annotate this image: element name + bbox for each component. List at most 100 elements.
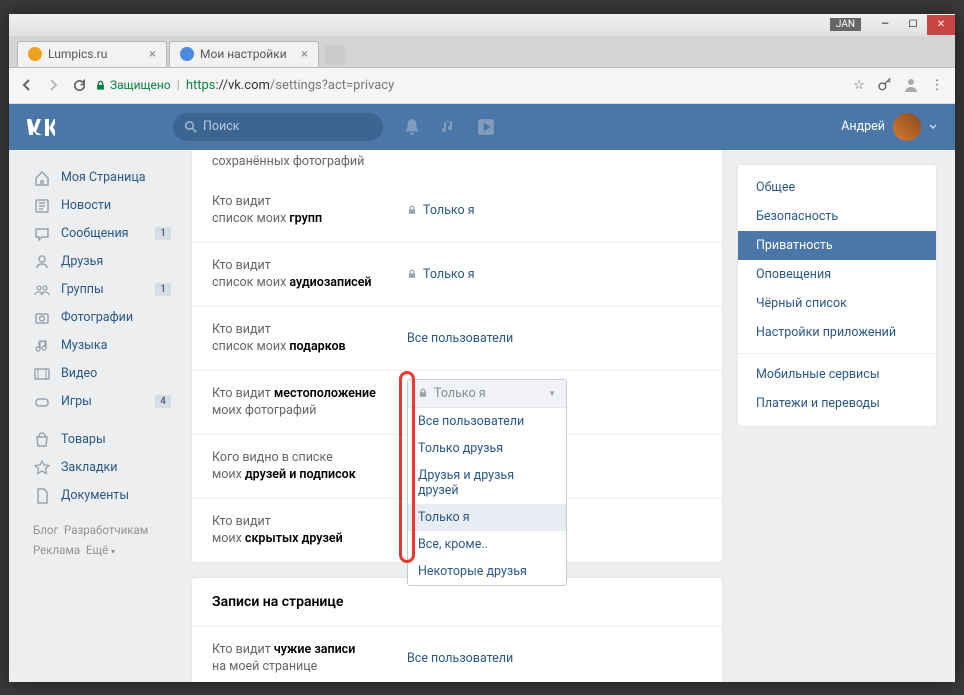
nav-bookmarks[interactable]: Закладки	[27, 454, 177, 482]
settings-blacklist[interactable]: Чёрный список	[738, 289, 936, 318]
window-maximize-button[interactable]: ☐	[899, 15, 927, 35]
browser-tab[interactable]: Мои настройки ×	[169, 41, 319, 67]
lock-icon	[407, 269, 417, 279]
search-icon	[185, 121, 197, 133]
key-icon[interactable]	[875, 75, 895, 95]
music-icon	[33, 337, 51, 355]
nav-my-page[interactable]: Моя Страница	[27, 164, 177, 192]
tab-title: Мои настройки	[200, 47, 287, 61]
address-bar[interactable]: Защищено | https://vk.com/settings?act=p…	[95, 78, 843, 93]
home-icon	[33, 169, 51, 187]
privacy-row-groups: Кто видитсписок моих групп Только я	[192, 179, 722, 243]
privacy-value[interactable]: Все пользователи	[407, 641, 513, 676]
avatar	[893, 113, 921, 141]
privacy-value[interactable]: Только я	[407, 257, 475, 292]
dropdown-option[interactable]: Друзья и друзья друзей	[408, 462, 566, 504]
nav-messages[interactable]: Сообщения1	[27, 220, 177, 248]
footer-blog-link[interactable]: Блог	[33, 523, 58, 537]
settings-privacy[interactable]: Приватность	[738, 231, 936, 260]
video-icon	[33, 365, 51, 383]
main-content: сохранённых фотографий Кто видитсписок м…	[177, 150, 737, 682]
lock-icon	[418, 388, 428, 398]
star-icon[interactable]: ☆	[849, 75, 869, 95]
privacy-row-others-posts: Кто видит чужие записина моей странице В…	[192, 627, 722, 682]
new-tab-button[interactable]	[325, 45, 345, 65]
market-icon	[33, 431, 51, 449]
nav-friends[interactable]: Друзья	[27, 248, 177, 276]
user-menu[interactable]: Андрей	[841, 113, 937, 141]
document-icon	[33, 487, 51, 505]
window-close-button[interactable]: ✕	[927, 15, 955, 35]
vk-logo-icon[interactable]	[27, 118, 73, 136]
play-icon[interactable]	[477, 118, 495, 136]
favicon-icon	[180, 47, 194, 61]
settings-payments[interactable]: Платежи и переводы	[738, 389, 936, 418]
news-icon	[33, 197, 51, 215]
browser-window: JAN — ☐ ✕ Lumpics.ru × Мои настройки ×	[9, 14, 955, 682]
footer-more-link[interactable]: Ещё	[86, 543, 108, 557]
groups-icon	[33, 281, 51, 299]
bell-icon[interactable]	[403, 118, 421, 136]
tab-close-icon[interactable]: ×	[301, 47, 308, 62]
dropdown-option[interactable]: Все, кроме..	[408, 531, 566, 558]
music-icon[interactable]	[441, 118, 457, 136]
settings-apps[interactable]: Настройки приложений	[738, 318, 936, 347]
privacy-dropdown[interactable]: Только я ▼ Все пользователи Только друзь…	[407, 379, 567, 586]
privacy-value[interactable]: Все пользователи	[407, 321, 513, 356]
nav-video[interactable]: Видео	[27, 360, 177, 388]
vk-body: Моя Страница Новости Сообщения1 Друзья Г…	[9, 150, 955, 682]
nav-photos[interactable]: Фотографии	[27, 304, 177, 332]
dropdown-option[interactable]: Некоторые друзья	[408, 558, 566, 585]
search-input[interactable]: Поиск	[173, 113, 383, 141]
username: Андрей	[841, 119, 885, 134]
settings-sidebar: Общее Безопасность Приватность Оповещени…	[737, 150, 937, 682]
menu-icon[interactable]: ⋮	[927, 75, 947, 95]
privacy-row-audio: Кто видитсписок моих аудиозаписей Только…	[192, 243, 722, 307]
footer-dev-link[interactable]: Разработчикам	[64, 523, 148, 537]
settings-general[interactable]: Общее	[738, 173, 936, 202]
privacy-row-location: Кто видит местоположениемоих фотографий …	[192, 371, 722, 435]
tab-title: Lumpics.ru	[48, 47, 107, 61]
window-titlebar: JAN — ☐ ✕	[9, 14, 955, 36]
footer-links: Блог Разработчикам Реклама Ещё ▾	[27, 520, 177, 561]
nav-music[interactable]: Музыка	[27, 332, 177, 360]
nav-documents[interactable]: Документы	[27, 482, 177, 510]
lock-icon	[95, 80, 106, 91]
settings-notifications[interactable]: Оповещения	[738, 260, 936, 289]
browser-urlbar: Защищено | https://vk.com/settings?act=p…	[9, 68, 955, 104]
nav-news[interactable]: Новости	[27, 192, 177, 220]
tab-close-icon[interactable]: ×	[149, 47, 156, 62]
nav-groups[interactable]: Группы1	[27, 276, 177, 304]
footer-ads-link[interactable]: Реклама	[33, 543, 80, 557]
privacy-value[interactable]: Только я	[407, 193, 475, 228]
profile-icon[interactable]	[901, 75, 921, 95]
chevron-down-icon: ▼	[548, 389, 556, 398]
window-minimize-button[interactable]: —	[871, 15, 899, 35]
settings-security[interactable]: Безопасность	[738, 202, 936, 231]
dropdown-option[interactable]: Только я	[408, 504, 566, 531]
browser-tabstrip: Lumpics.ru × Мои настройки ×	[9, 36, 955, 68]
titlebar-tag: JAN	[830, 18, 861, 31]
privacy-row-gifts: Кто видитсписок моих подарков Все пользо…	[192, 307, 722, 371]
left-sidebar: Моя Страница Новости Сообщения1 Друзья Г…	[27, 150, 177, 682]
browser-tab[interactable]: Lumpics.ru ×	[17, 41, 167, 67]
message-icon	[33, 225, 51, 243]
dropdown-option[interactable]: Все пользователи	[408, 408, 566, 435]
dropdown-selected[interactable]: Только я ▼	[408, 380, 566, 408]
nav-back-button[interactable]	[17, 75, 37, 95]
badge: 1	[155, 227, 171, 240]
lock-icon	[407, 205, 417, 215]
secure-badge: Защищено	[95, 78, 171, 92]
badge: 1	[155, 283, 171, 296]
truncated-row: сохранённых фотографий	[192, 150, 722, 179]
chevron-down-icon	[929, 123, 937, 131]
nav-market[interactable]: Товары	[27, 426, 177, 454]
star-icon	[33, 459, 51, 477]
dropdown-option[interactable]: Только друзья	[408, 435, 566, 462]
settings-mobile[interactable]: Мобильные сервисы	[738, 360, 936, 389]
nav-forward-button[interactable]	[43, 75, 63, 95]
badge: 4	[155, 395, 171, 408]
nav-games[interactable]: Игры4	[27, 388, 177, 416]
nav-reload-button[interactable]	[69, 75, 89, 95]
friends-icon	[33, 253, 51, 271]
